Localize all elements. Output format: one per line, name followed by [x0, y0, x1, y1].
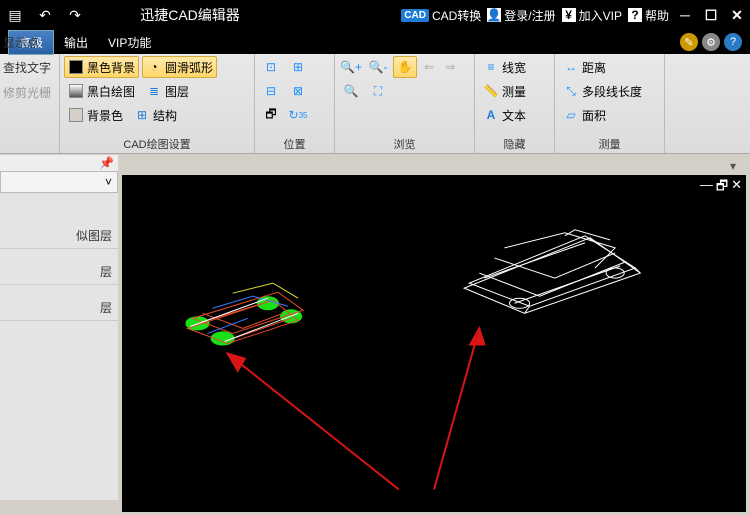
zoom-out-button[interactable]: 🔍-	[366, 56, 390, 78]
pan-button[interactable]: ✋	[393, 56, 417, 78]
pos-btn-4[interactable]: ⊠	[286, 80, 310, 102]
layer-item-3[interactable]: 层	[0, 295, 118, 321]
group-measure: 测量	[559, 135, 660, 153]
cad-drawing	[122, 175, 746, 512]
panel-header: 📌	[0, 155, 118, 171]
zoom-in-button[interactable]: 🔍+	[339, 56, 363, 78]
pin-icon[interactable]: 📌	[99, 156, 114, 170]
bg-black-button[interactable]: 黑色背景	[64, 56, 139, 78]
group-position: 位置	[259, 135, 330, 153]
canvas-min-icon[interactable]: —	[700, 177, 713, 199]
undo-icon[interactable]: ↶	[30, 0, 60, 30]
bg-color-button[interactable]: 背景色	[64, 104, 127, 126]
cad-canvas[interactable]: — 🗗 ✕	[122, 175, 746, 512]
canvas-close-icon[interactable]: ✕	[731, 177, 742, 199]
group-hide: 隐藏	[479, 135, 550, 153]
nav-right-button[interactable]: ⇒	[441, 56, 459, 78]
group-browse: 浏览	[339, 135, 470, 153]
cad-badge: CAD	[401, 9, 429, 22]
area-button[interactable]: ▱面积	[559, 104, 610, 126]
redo-icon[interactable]: ↷	[60, 0, 90, 30]
panel-dropdown[interactable]: ˅	[0, 171, 118, 193]
side-trim-grid[interactable]: 修剪光栅	[0, 80, 60, 105]
side-show-point[interactable]: 显示点	[0, 30, 60, 55]
canvas-restore-icon[interactable]: 🗗	[716, 177, 728, 199]
layer-item-1[interactable]: 似图层	[0, 223, 118, 249]
login-link[interactable]: 👤登录/注册	[487, 7, 555, 24]
canvas-top-bar: ▾	[122, 159, 746, 175]
layers-button[interactable]: ≣图层	[142, 80, 193, 102]
zoom-button[interactable]: 🔍	[339, 80, 363, 102]
zoom-fit-button[interactable]: ⛶	[366, 80, 390, 102]
tab-vip[interactable]: VIP功能	[98, 31, 161, 54]
side-find-text[interactable]: 查找文字	[0, 55, 60, 80]
nav-left-button[interactable]: ⇐	[420, 56, 438, 78]
help-link[interactable]: ?帮助	[628, 7, 669, 24]
pos-btn-3[interactable]: ⊟	[259, 80, 283, 102]
layer-item-2[interactable]: 层	[0, 259, 118, 285]
distance-button[interactable]: ↔距离	[559, 56, 610, 78]
minimize-button[interactable]: ─	[672, 0, 698, 30]
edit-icon[interactable]: ✎	[680, 33, 698, 51]
linewidth-button[interactable]: ≡线宽	[479, 56, 530, 78]
pos-btn-5[interactable]: 🗗	[259, 104, 283, 126]
group-draw-settings: CAD绘图设置	[64, 135, 250, 153]
vip-link[interactable]: ¥加入VIP	[562, 7, 622, 24]
pos-btn-2[interactable]: ⊞	[286, 56, 310, 78]
cad-convert-link[interactable]: CAD转换	[432, 7, 481, 24]
structure-button[interactable]: ⊞结构	[130, 104, 181, 126]
settings-icon[interactable]: ⚙	[702, 33, 720, 51]
bw-draw-button[interactable]: 黑白绘图	[64, 80, 139, 102]
rotate-button[interactable]: ↻35	[286, 104, 310, 126]
menu-icon[interactable]: ▤	[0, 0, 30, 30]
close-button[interactable]: ✕	[724, 0, 750, 30]
pos-btn-1[interactable]: ⊡	[259, 56, 283, 78]
tab-output[interactable]: 输出	[54, 31, 98, 54]
app-title: 迅捷CAD编辑器	[90, 5, 290, 25]
measure-button[interactable]: 📏测量	[479, 80, 530, 102]
smooth-arc-button[interactable]: ◔圆滑弧形	[142, 56, 217, 78]
help-icon[interactable]: ?	[724, 33, 742, 51]
maximize-button[interactable]: ☐	[698, 0, 724, 30]
polylen-button[interactable]: ⤡多段线长度	[559, 80, 646, 102]
text-button[interactable]: A文本	[479, 104, 530, 126]
